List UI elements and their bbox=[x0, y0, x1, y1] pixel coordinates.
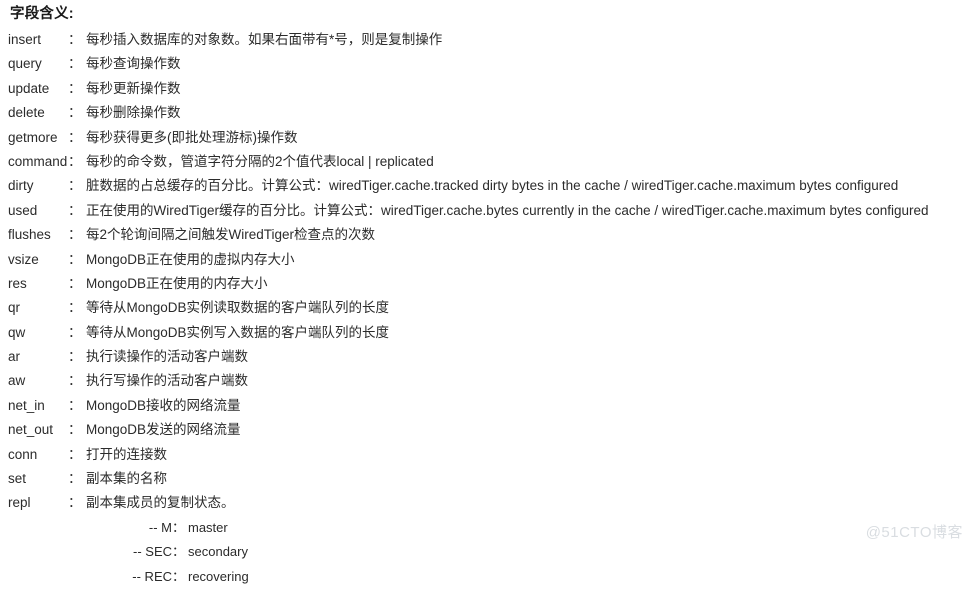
field-description: 每秒删除操作数 bbox=[86, 105, 181, 121]
repl-state-code: -- SEC bbox=[133, 544, 172, 560]
field-separator: ： bbox=[68, 422, 82, 438]
field-description: MongoDB发送的网络流量 bbox=[86, 422, 241, 438]
field-row-qw: qw ： 等待从MongoDB实例写入数据的客户端队列的长度 bbox=[0, 321, 977, 345]
field-description: 每秒更新操作数 bbox=[86, 80, 181, 96]
field-separator: ： bbox=[68, 471, 82, 487]
field-label: net_in bbox=[8, 397, 45, 413]
field-separator: ： bbox=[68, 373, 82, 389]
repl-state-separator: ： bbox=[172, 519, 186, 535]
field-row-vsize: vsize ： MongoDB正在使用的虚拟内存大小 bbox=[0, 248, 977, 272]
field-row-update: update ： 每秒更新操作数 bbox=[0, 77, 977, 101]
field-label: getmore bbox=[8, 129, 58, 145]
field-label: conn bbox=[8, 446, 38, 462]
field-label: set bbox=[8, 471, 27, 487]
repl-state-value: master bbox=[188, 519, 228, 535]
field-label: net_out bbox=[8, 422, 54, 438]
field-label: aw bbox=[8, 373, 26, 389]
field-description: 等待从MongoDB实例写入数据的客户端队列的长度 bbox=[86, 324, 390, 340]
repl-state-row-recovering: -- REC ： recovering bbox=[0, 565, 977, 589]
field-row-query: query ： 每秒查询操作数 bbox=[0, 52, 977, 76]
repl-state-row-secondary: -- SEC ： secondary bbox=[0, 540, 977, 564]
field-description: 每秒插入数据库的对象数。如果右面带有*号，则是复制操作 bbox=[86, 32, 443, 47]
field-label: insert bbox=[8, 32, 42, 47]
field-separator: ： bbox=[68, 32, 82, 47]
field-label: vsize bbox=[8, 251, 39, 267]
field-description: 每秒查询操作数 bbox=[86, 56, 181, 72]
field-description: 打开的连接数 bbox=[86, 446, 167, 462]
repl-state-value: recovering bbox=[188, 568, 249, 584]
field-row-delete: delete ： 每秒删除操作数 bbox=[0, 101, 977, 125]
field-separator: ： bbox=[68, 495, 82, 511]
field-row-dirty: dirty ： 脏数据的占总缓存的百分比。计算公式：wiredTiger.cac… bbox=[0, 174, 977, 198]
field-description: 副本集的名称 bbox=[86, 471, 167, 487]
field-row-res: res ： MongoDB正在使用的内存大小 bbox=[0, 272, 977, 296]
field-label: ar bbox=[8, 349, 21, 365]
repl-state-separator: ： bbox=[172, 568, 186, 584]
field-separator: ： bbox=[68, 275, 82, 291]
field-separator: ： bbox=[68, 300, 82, 316]
field-description: MongoDB接收的网络流量 bbox=[86, 397, 241, 413]
field-label: command bbox=[8, 153, 68, 169]
field-separator: ： bbox=[68, 56, 82, 72]
field-label: flushes bbox=[8, 227, 51, 243]
field-description: 副本集成员的复制状态。 bbox=[86, 495, 235, 511]
field-label: qw bbox=[8, 324, 26, 340]
field-description: 每秒的命令数，管道字符分隔的2个值代表local | replicated bbox=[86, 153, 434, 169]
field-description: 脏数据的占总缓存的百分比。计算公式：wiredTiger.cache.track… bbox=[86, 178, 899, 194]
field-separator: ： bbox=[68, 227, 82, 243]
page-title: 字段含义: bbox=[10, 6, 74, 22]
field-label: repl bbox=[8, 495, 31, 511]
field-separator: ： bbox=[68, 324, 82, 340]
field-description: 执行读操作的活动客户端数 bbox=[86, 349, 248, 365]
field-description: 正在使用的WiredTiger缓存的百分比。计算公式：wiredTiger.ca… bbox=[86, 202, 929, 218]
field-row-getmore: getmore ： 每秒获得更多(即批处理游标)操作数 bbox=[0, 126, 977, 150]
field-separator: ： bbox=[68, 251, 82, 267]
repl-state-code: -- M bbox=[148, 519, 172, 535]
field-description: 执行写操作的活动客户端数 bbox=[86, 373, 248, 389]
field-row-set: set ： 副本集的名称 bbox=[0, 467, 977, 491]
field-row-aw: aw ： 执行写操作的活动客户端数 bbox=[0, 369, 977, 393]
field-description: 等待从MongoDB实例读取数据的客户端队列的长度 bbox=[86, 300, 390, 316]
field-definition-list: insert ： 每秒插入数据库的对象数。如果右面带有*号，则是复制操作 que… bbox=[0, 28, 977, 516]
field-label: delete bbox=[8, 105, 45, 121]
field-row-net-out: net_out ： MongoDB发送的网络流量 bbox=[0, 418, 977, 442]
field-row-conn: conn ： 打开的连接数 bbox=[0, 443, 977, 467]
field-separator: ： bbox=[68, 446, 82, 462]
field-label: used bbox=[8, 202, 38, 218]
repl-state-row-master: -- M ： master bbox=[0, 516, 977, 540]
field-label: res bbox=[8, 275, 27, 291]
field-description: 每2个轮询间隔之间触发WiredTiger检查点的次数 bbox=[86, 227, 376, 243]
document-page: 字段含义: insert ： 每秒插入数据库的对象数。如果右面带有*号，则是复制… bbox=[0, 0, 977, 584]
field-row-repl: repl ： 副本集成员的复制状态。 bbox=[0, 491, 977, 515]
repl-state-separator: ： bbox=[172, 544, 186, 560]
field-row-used: used ： 正在使用的WiredTiger缓存的百分比。计算公式：wiredT… bbox=[0, 199, 977, 223]
field-row-insert: insert ： 每秒插入数据库的对象数。如果右面带有*号，则是复制操作 bbox=[0, 28, 977, 52]
repl-state-code: -- REC bbox=[132, 568, 172, 584]
field-label: update bbox=[8, 80, 50, 96]
field-separator: ： bbox=[68, 397, 82, 413]
field-description: 每秒获得更多(即批处理游标)操作数 bbox=[86, 129, 298, 145]
field-row-qr: qr ： 等待从MongoDB实例读取数据的客户端队列的长度 bbox=[0, 296, 977, 320]
field-separator: ： bbox=[68, 349, 82, 365]
field-row-net-in: net_in ： MongoDB接收的网络流量 bbox=[0, 394, 977, 418]
field-separator: ： bbox=[68, 178, 82, 194]
field-row-command: command ： 每秒的命令数，管道字符分隔的2个值代表local | rep… bbox=[0, 150, 977, 174]
field-label: query bbox=[8, 56, 42, 72]
field-separator: ： bbox=[68, 129, 82, 145]
field-description: MongoDB正在使用的内存大小 bbox=[86, 275, 268, 291]
field-separator: ： bbox=[68, 105, 82, 121]
field-description: MongoDB正在使用的虚拟内存大小 bbox=[86, 251, 295, 267]
field-row-ar: ar ： 执行读操作的活动客户端数 bbox=[0, 345, 977, 369]
field-row-flushes: flushes ： 每2个轮询间隔之间触发WiredTiger检查点的次数 bbox=[0, 223, 977, 247]
field-separator: ： bbox=[68, 153, 82, 169]
repl-state-value: secondary bbox=[188, 544, 248, 560]
repl-state-list: -- M ： master -- SEC ： secondary -- REC … bbox=[0, 516, 977, 589]
field-label: dirty bbox=[8, 178, 34, 194]
field-separator: ： bbox=[68, 80, 82, 96]
field-label: qr bbox=[8, 300, 21, 316]
field-separator: ： bbox=[68, 202, 82, 218]
